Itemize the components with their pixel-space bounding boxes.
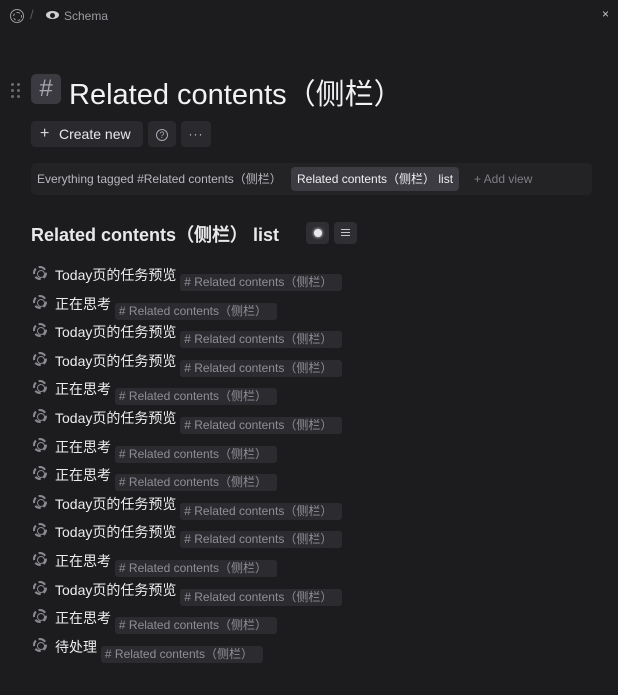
list-item[interactable]: Today页的任务预览 # Related contents（侧栏） bbox=[31, 317, 591, 349]
create-new-label: Create new bbox=[59, 126, 131, 142]
tab-list-view[interactable]: Related contents（侧栏） list bbox=[291, 167, 460, 191]
list-item-title[interactable]: 正在思考 # Related contents（侧栏） bbox=[55, 294, 277, 320]
list-item[interactable]: Today页的任务预览 # Related contents（侧栏） bbox=[31, 403, 591, 434]
gear-icon bbox=[33, 609, 47, 624]
list-item[interactable]: Today页的任务预览 # Related contents（侧栏） bbox=[31, 346, 591, 377]
list-item[interactable]: Today页的任务预览 # Related contents（侧栏） bbox=[31, 489, 591, 520]
list-title: Related contents（侧栏） list bbox=[31, 225, 280, 245]
list-item[interactable]: 正在思考 # Related contents（侧栏） bbox=[31, 432, 591, 463]
gear-icon bbox=[33, 523, 47, 538]
list-item-title[interactable]: 正在思考 # Related contents（侧栏） bbox=[55, 551, 277, 577]
more-button[interactable]: ··· bbox=[181, 121, 211, 147]
list-item[interactable]: Today页的任务预览 # Related contents（侧栏） bbox=[31, 517, 591, 549]
eye-icon bbox=[46, 11, 59, 19]
breadcrumb-schema[interactable]: Schema bbox=[64, 9, 108, 23]
page-title[interactable]: Related contents（侧栏） bbox=[69, 71, 403, 113]
list-item[interactable]: 正在思考 # Related contents（侧栏） bbox=[31, 603, 591, 635]
gear-icon bbox=[33, 294, 47, 309]
tag-hash-icon: # bbox=[31, 74, 61, 104]
close-icon[interactable]: × bbox=[602, 7, 609, 21]
sliders-icon bbox=[341, 229, 350, 230]
list-item-title[interactable]: 正在思考 # Related contents（侧栏） bbox=[55, 608, 277, 635]
list-item-title[interactable]: Today页的任务预览 # Related contents（侧栏） bbox=[55, 322, 343, 349]
gear-icon bbox=[33, 494, 47, 509]
list-item[interactable]: Today页的任务预览 # Related contents（侧栏） bbox=[31, 260, 591, 291]
gear-icon bbox=[33, 323, 47, 338]
list-item-title[interactable]: Today页的任务预览 # Related contents（侧栏） bbox=[55, 580, 343, 606]
list-item-title[interactable]: Today页的任务预览 # Related contents（侧栏） bbox=[55, 265, 343, 291]
list-item[interactable]: 正在思考 # Related contents（侧栏） bbox=[31, 289, 591, 320]
list-item-title[interactable]: 正在思考 # Related contents（侧栏） bbox=[55, 437, 277, 463]
view-options-button[interactable] bbox=[306, 222, 329, 244]
item-list: Today页的任务预览 # Related contents（侧栏） 正在思考 #… bbox=[31, 260, 591, 663]
gear-icon bbox=[33, 351, 47, 366]
list-item-title[interactable]: Today页的任务预览 # Related contents（侧栏） bbox=[55, 522, 343, 549]
gear-icon bbox=[33, 437, 47, 452]
add-view-button[interactable]: + Add view bbox=[474, 167, 532, 191]
gear-icon bbox=[33, 551, 47, 566]
list-item-title[interactable]: Today页的任务预览 # Related contents（侧栏） bbox=[55, 408, 343, 434]
help-icon: ? bbox=[156, 129, 168, 142]
list-item[interactable]: 正在思考 # Related contents（侧栏） bbox=[31, 374, 591, 406]
gear-icon bbox=[33, 266, 47, 280]
list-item-title[interactable]: 待处理 # Related contents（侧栏） bbox=[55, 637, 263, 663]
list-item-title[interactable]: 正在思考 # Related contents（侧栏） bbox=[55, 465, 277, 492]
gear-icon bbox=[33, 408, 47, 423]
list-item-title[interactable]: Today页的任务预览 # Related contents（侧栏） bbox=[55, 351, 343, 377]
list-item[interactable]: 待处理 # Related contents（侧栏） bbox=[31, 632, 591, 663]
list-item[interactable]: 正在思考 # Related contents（侧栏） bbox=[31, 460, 591, 492]
create-new-button[interactable]: + Create new bbox=[31, 121, 143, 147]
gear-icon bbox=[33, 466, 47, 481]
gear-icon bbox=[33, 380, 47, 395]
tag-badge[interactable]: # Related contents（侧栏） bbox=[100, 645, 263, 663]
gear-icon bbox=[33, 580, 47, 595]
list-item-title[interactable]: Today页的任务预览 # Related contents（侧栏） bbox=[55, 494, 343, 520]
view-tabs: Everything tagged #Related contents（侧栏） … bbox=[31, 163, 592, 195]
breadcrumb-separator: / bbox=[30, 7, 34, 22]
list-item[interactable]: Today页的任务预览 # Related contents（侧栏） bbox=[31, 575, 591, 606]
filter-settings-button[interactable] bbox=[334, 222, 357, 244]
help-button[interactable]: ? bbox=[148, 121, 176, 147]
top-bar: / Schema × bbox=[0, 0, 618, 32]
plus-icon: + bbox=[40, 125, 50, 142]
list-item[interactable]: 正在思考 # Related contents（侧栏） bbox=[31, 546, 591, 577]
list-item-title[interactable]: 正在思考 # Related contents（侧栏） bbox=[55, 379, 277, 406]
gear-icon bbox=[33, 637, 47, 652]
tab-everything-tagged[interactable]: Everything tagged #Related contents（侧栏） bbox=[37, 167, 289, 191]
drag-handle-icon[interactable] bbox=[11, 83, 21, 99]
logo-icon[interactable] bbox=[10, 9, 24, 23]
dot-icon bbox=[314, 229, 322, 237]
